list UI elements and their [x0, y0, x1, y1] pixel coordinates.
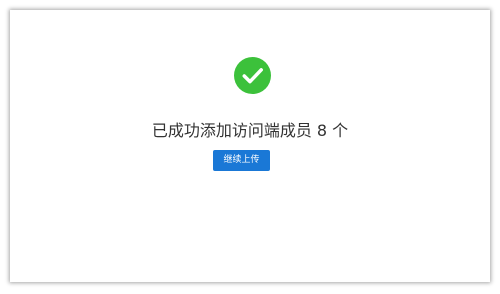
continue-upload-button[interactable]: 继续上传 — [213, 150, 270, 171]
success-message: 已成功添加访问端成员 8 个 — [151, 121, 349, 140]
success-panel: 已成功添加访问端成员 8 个 继续上传 — [10, 10, 490, 282]
check-circle-icon — [234, 57, 271, 94]
